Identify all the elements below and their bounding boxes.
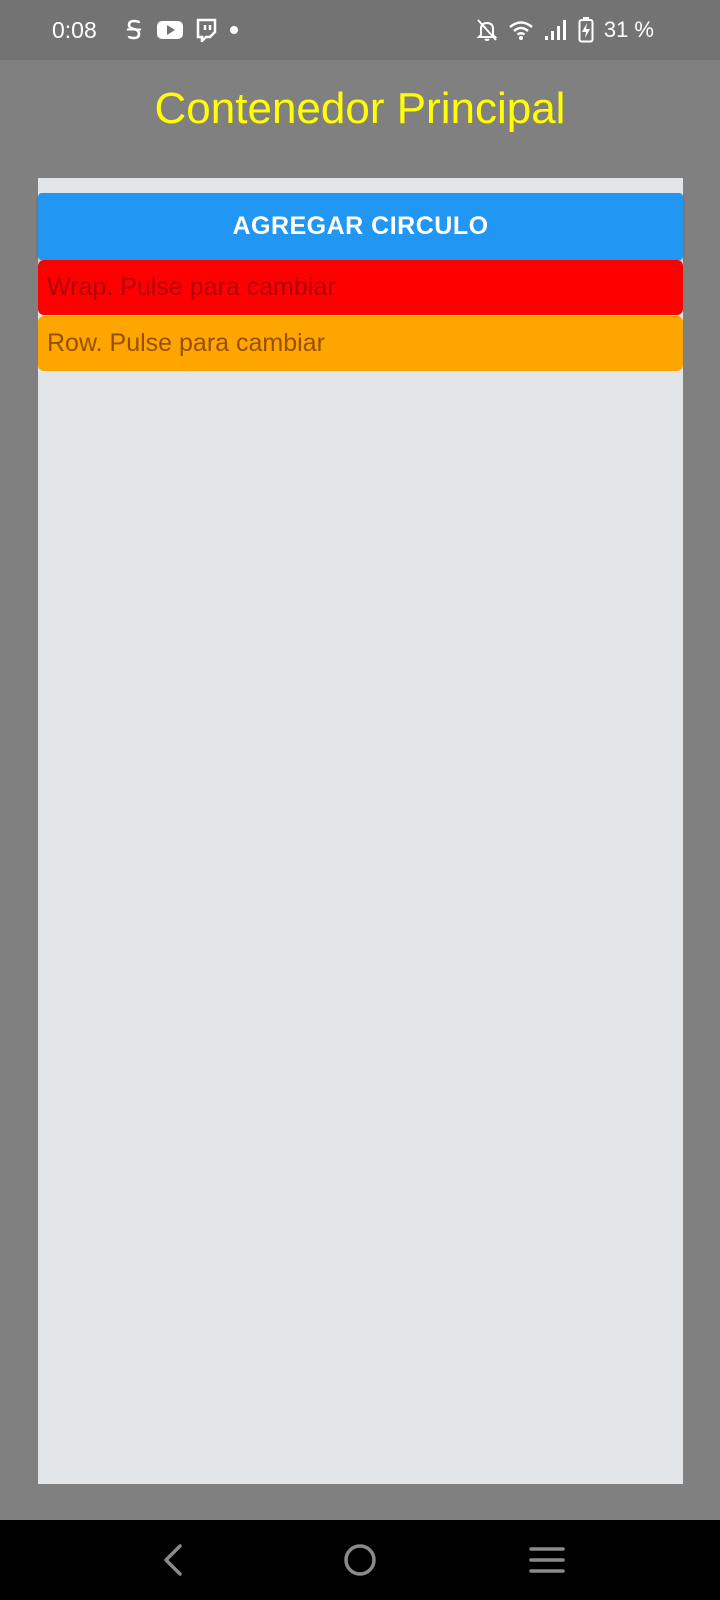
battery-percent: 31 % (603, 17, 654, 42)
bell-off-icon (476, 18, 498, 42)
youtube-icon (156, 20, 183, 40)
battery-charging-icon (578, 17, 594, 43)
status-bar: 0:08 31 % (0, 0, 720, 60)
menu-icon[interactable] (517, 1530, 577, 1590)
dot-icon (229, 25, 239, 35)
twitch-icon (195, 18, 217, 42)
row-toggle-button[interactable]: Row. Pulse para cambiar (38, 316, 683, 371)
status-bar-left: 0:08 (52, 17, 251, 44)
main-container: AGREGAR CIRCULO Wrap. Pulse para cambiar… (38, 178, 683, 1484)
navigation-bar (0, 1520, 720, 1600)
s-app-icon (123, 18, 145, 42)
status-bar-right: 31 % (476, 17, 654, 43)
back-icon[interactable] (143, 1530, 203, 1590)
status-time: 0:08 (52, 16, 97, 43)
wrap-toggle-button[interactable]: Wrap. Pulse para cambiar (38, 260, 683, 315)
home-icon[interactable] (330, 1530, 390, 1590)
wifi-icon (508, 19, 534, 41)
add-circle-button[interactable]: AGREGAR CIRCULO (38, 193, 683, 260)
page-title: Contenedor Principal (154, 84, 566, 133)
row-toggle-label: Row. Pulse para cambiar (47, 329, 325, 357)
wrap-toggle-label: Wrap. Pulse para cambiar (47, 273, 336, 301)
signal-icon (544, 19, 568, 41)
app-screen: 0:08 31 % Contenedor Principal AGREGAR C… (0, 0, 720, 1600)
